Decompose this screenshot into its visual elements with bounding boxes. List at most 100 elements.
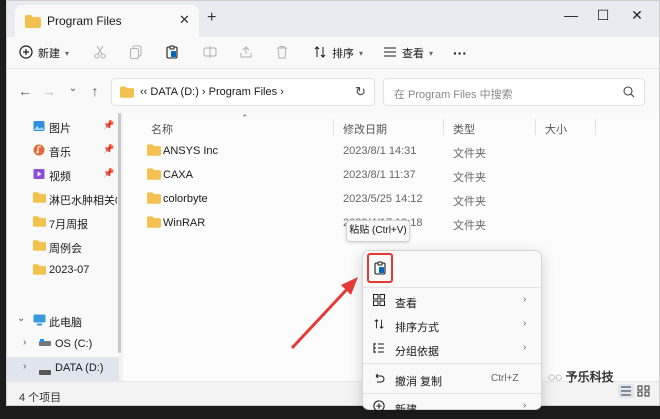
recent-chevron-icon[interactable]: ⌄ [63, 83, 83, 94]
new-button[interactable]: 新建 ▾ [19, 37, 69, 69]
column-separator[interactable] [333, 119, 334, 135]
sidebar-item-pictures[interactable]: 图片 📌 [7, 115, 119, 139]
back-arrow-icon[interactable]: ← [15, 83, 35, 99]
sidebar-item-music[interactable]: 音乐 📌 [7, 139, 119, 163]
file-type: 文件夹 [453, 220, 486, 232]
menu-item-new[interactable]: 新建 › [363, 395, 541, 419]
sidebar-scrollbar[interactable] [118, 113, 121, 353]
menu-item-label: 分组依据 [395, 346, 439, 358]
group-icon [373, 342, 385, 357]
table-row[interactable]: CAXA 2023/8/1 11:37 文件夹 [123, 163, 653, 187]
table-row[interactable]: ANSYS Inc 2023/8/1 14:31 文件夹 [123, 139, 653, 163]
folder-icon [25, 15, 41, 31]
menu-item-view[interactable]: 查看 › [363, 289, 541, 313]
sidebar-item-folder[interactable]: 周例会 [7, 235, 119, 259]
sidebar-item-label: 7月周报 [49, 219, 89, 231]
address-bar[interactable]: ‹‹ DATA (D:) › Program Files › ↻ [111, 78, 375, 106]
share-button[interactable] [239, 37, 253, 69]
rename-button[interactable] [203, 37, 217, 69]
sidebar-item-label: 周例会 [49, 243, 82, 255]
file-date: 2023/8/1 14:31 [343, 145, 417, 157]
menu-divider [363, 287, 541, 288]
menu-item-sort-by[interactable]: 排序方式 › [363, 313, 541, 337]
sidebar-item-folder[interactable]: 2023-07 [7, 259, 119, 283]
chevron-right-icon: › [523, 318, 527, 329]
minimize-button[interactable]: — [559, 7, 583, 23]
close-window-button[interactable]: ✕ [625, 7, 649, 24]
tab-program-files[interactable]: Program Files ✕ [15, 5, 199, 37]
chevron-down-icon: ▾ [429, 48, 434, 58]
column-header-name[interactable]: 名称 [151, 121, 173, 137]
up-arrow-icon[interactable]: ↑ [85, 83, 105, 99]
chevron-right-icon: › [523, 342, 527, 353]
drive-icon [39, 338, 51, 350]
column-header-size[interactable]: 大小 [545, 121, 567, 137]
paste-menu-button[interactable] [367, 253, 393, 283]
sidebar-item-videos[interactable]: 视频 📌 [7, 163, 119, 187]
folder-icon [33, 240, 46, 254]
sidebar-item-this-pc[interactable]: ⌄ 此电脑 [7, 309, 119, 333]
navigation-pane: 图片 📌 音乐 📌 视频 📌 淋巴水肿相关07 7月周报 周例会 2023-07 [7, 113, 121, 381]
menu-item-label: 排序方式 [395, 322, 439, 334]
chevron-down-icon[interactable]: ⌄ [17, 313, 25, 324]
sidebar-item-drive-d[interactable]: › DATA (D:) [7, 357, 119, 381]
paste-tooltip: 粘贴 (Ctrl+V) [346, 220, 410, 242]
command-bar: 新建 ▾ 排序 ▾ 查看 ▾ ··· [7, 37, 659, 69]
chevron-right-icon: › [523, 294, 527, 305]
file-date: 2023/5/25 14:12 [343, 193, 423, 205]
refresh-icon[interactable]: ↻ [355, 84, 366, 100]
sidebar-item-folder[interactable]: 7月周报 [7, 211, 119, 235]
chevron-right-icon[interactable]: › [23, 361, 26, 372]
pictures-icon [33, 120, 45, 135]
menu-item-undo-copy[interactable]: 撤消 复制 Ctrl+Z [363, 367, 541, 391]
column-separator[interactable] [595, 119, 596, 135]
column-separator[interactable] [443, 119, 444, 135]
music-icon [33, 144, 45, 159]
column-header-date[interactable]: 修改日期 [343, 121, 387, 137]
clipboard-icon [165, 45, 179, 62]
folder-icon [147, 168, 161, 183]
cut-button[interactable] [93, 37, 107, 69]
menu-divider [363, 363, 541, 364]
file-explorer-window: Program Files ✕ + — ☐ ✕ 新建 ▾ 排序 ▾ 查看 ▾ ·… [6, 0, 660, 406]
chevron-right-icon[interactable]: › [23, 337, 26, 348]
file-date: 2023/8/1 11:37 [343, 169, 416, 181]
plus-circle-icon [19, 44, 33, 62]
pin-icon: 📌 [103, 120, 115, 130]
videos-icon [33, 168, 45, 183]
chevron-down-icon: ▾ [359, 48, 364, 58]
column-separator[interactable] [535, 119, 536, 135]
menu-divider [363, 393, 541, 394]
file-type: 文件夹 [453, 148, 486, 160]
view-toggle [618, 384, 652, 401]
menu-item-group-by[interactable]: 分组依据 › [363, 337, 541, 361]
maximize-button[interactable]: ☐ [591, 7, 615, 24]
search-input[interactable]: 在 Program Files 中搜索 [383, 78, 645, 106]
sidebar-item-label: 此电脑 [49, 317, 82, 329]
sort-button[interactable]: 排序 ▾ [313, 37, 363, 69]
folder-icon [33, 264, 46, 278]
view-icon [383, 45, 397, 62]
sort-label: 排序 [332, 48, 354, 60]
forward-arrow-icon[interactable]: → [39, 83, 59, 99]
copy-button[interactable] [129, 37, 143, 69]
context-menu: 查看 › 排序方式 › 分组依据 › 撤消 复制 Ctrl+Z 新建 › [362, 250, 542, 416]
table-row[interactable]: colorbyte 2023/5/25 14:12 文件夹 [123, 187, 653, 211]
view-button[interactable]: 查看 ▾ [383, 37, 433, 69]
file-type: 文件夹 [453, 196, 486, 208]
share-icon [239, 45, 253, 62]
sidebar-item-drive-c[interactable]: › OS (C:) [7, 333, 119, 357]
menu-item-label: 查看 [395, 298, 417, 310]
delete-button[interactable] [275, 37, 289, 69]
grid-icon [373, 294, 385, 309]
more-options-button[interactable]: ··· [453, 37, 467, 69]
menu-item-label: 撤消 复制 [395, 376, 443, 388]
sidebar-item-folder[interactable]: 淋巴水肿相关07 [7, 187, 119, 211]
paste-button[interactable] [165, 37, 179, 69]
copy-icon [129, 45, 143, 62]
new-tab-button[interactable]: + [207, 9, 216, 27]
column-header-type[interactable]: 类型 [453, 121, 475, 137]
tab-close-icon[interactable]: ✕ [179, 12, 190, 28]
sidebar-item-label: 2023-07 [49, 264, 90, 276]
shortcut-label: Ctrl+Z [491, 373, 519, 384]
